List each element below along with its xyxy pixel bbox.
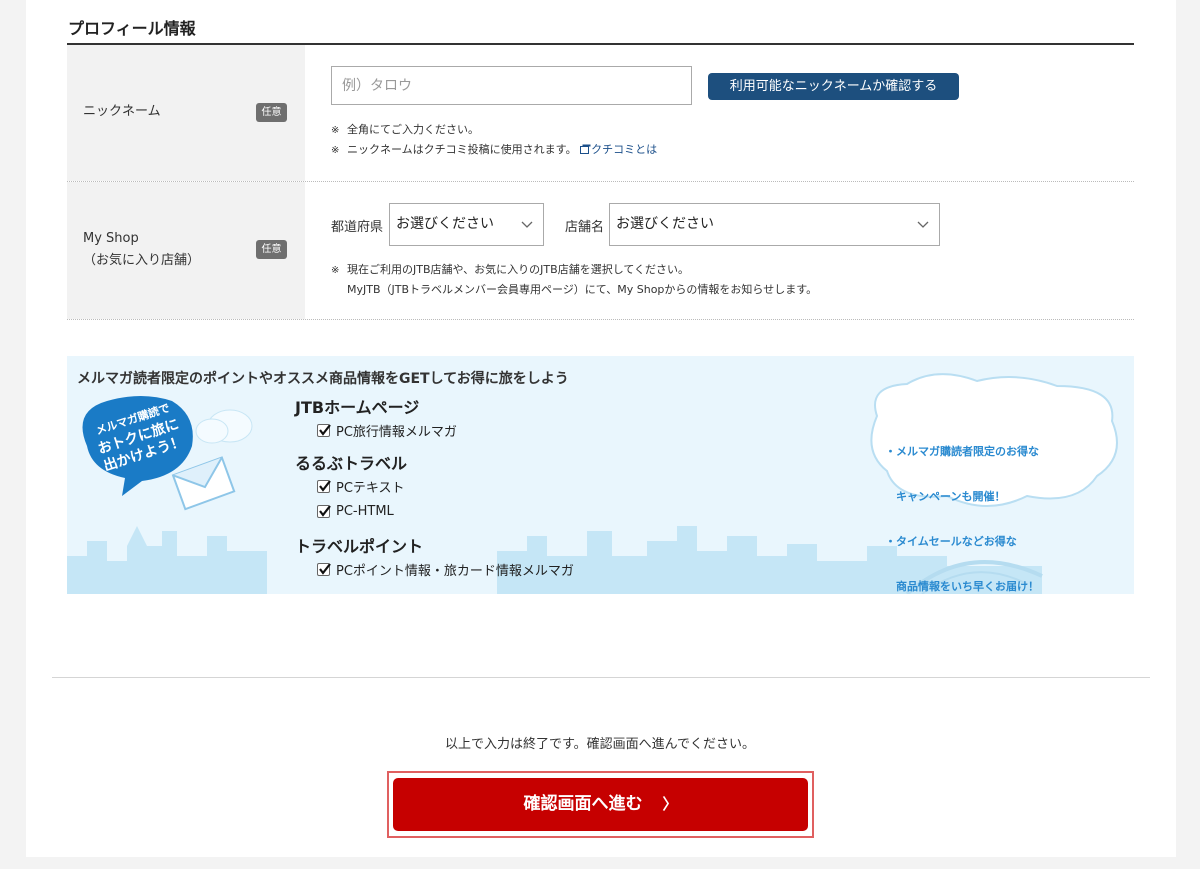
nickname-label-cell: ニックネーム 任意 (67, 45, 305, 181)
checkmark-icon (319, 424, 331, 436)
checkmark-icon (319, 480, 331, 492)
newsletter-banner: メルマガ読者限定のポイントやオススメ商品情報をGETしてお得に旅をしよう メルマ… (67, 356, 1134, 594)
store-label: 店舗名 (565, 220, 605, 235)
nickname-note-2: ※ ニックネームはクチコミ投稿に使用されます。 クチコミとは (331, 141, 657, 157)
store-select[interactable]: お選びください (609, 203, 940, 246)
check-nickname-button[interactable]: 利用可能なニックネームか確認する (708, 73, 959, 100)
group-jtb-homepage: JTBホームページ (295, 398, 420, 417)
kuchikomi-link-label: クチコミとは (591, 143, 658, 156)
checkbox[interactable] (317, 563, 331, 576)
checkbox-row[interactable]: PCテキスト (317, 477, 405, 496)
nickname-label: ニックネーム (83, 104, 161, 119)
kuchikomi-link[interactable]: クチコミとは (580, 143, 657, 156)
store-select-value: お選びください (616, 216, 714, 232)
section-title: プロフィール情報 (68, 19, 196, 38)
note-mark: ※ (331, 145, 340, 156)
chevron-right-icon: 〉 (662, 795, 678, 813)
checkbox-label: PCポイント情報・旅カード情報メルマガ (336, 564, 574, 579)
chevron-down-icon (521, 221, 533, 228)
proceed-to-confirm-button[interactable]: 確認画面へ進む 〉 (393, 778, 808, 831)
note-mark: ※ (331, 265, 340, 276)
row-separator (67, 319, 1134, 320)
prefecture-label: 都道府県 (331, 220, 384, 235)
checkbox-label: PC-HTML (336, 504, 394, 519)
note-text: 全角にてご入力ください。 (347, 123, 479, 136)
checkbox-row[interactable]: PC-HTML (317, 504, 394, 519)
cloud-line: ・タイムセールなどお得な (885, 535, 1017, 548)
checkbox[interactable] (317, 424, 331, 437)
prefecture-select[interactable]: お選びください (389, 203, 544, 246)
note-text: 現在ご利用のJTB店舗や、お気に入りのJTB店舗を選択してください。 (347, 263, 690, 276)
submit-label: 確認画面へ進む (523, 794, 643, 814)
footer-divider (52, 677, 1150, 678)
nickname-note-1: ※ 全角にてご入力ください。 (331, 121, 479, 137)
completion-message: 以上で入力は終了です。確認画面へ進んでください。 (444, 737, 756, 752)
checkmark-icon (319, 563, 331, 575)
optional-badge: 任意 (256, 103, 287, 122)
note-mark: ※ (331, 125, 340, 136)
prefecture-select-value: お選びください (396, 216, 494, 232)
checkbox-row[interactable]: PC旅行情報メルマガ (317, 421, 457, 440)
cloud-line: 商品情報をいち早くお届け！ (885, 580, 1039, 593)
optional-badge: 任意 (256, 240, 287, 259)
myshop-note-1: ※ 現在ご利用のJTB店舗や、お気に入りのJTB店舗を選択してください。 (331, 261, 689, 277)
checkmark-icon (319, 505, 331, 517)
note-text: ニックネームはクチコミ投稿に使用されます。 (347, 143, 577, 156)
myshop-note-2: MyJTB（JTBトラベルメンバー会員専用ページ）にて、My Shopからの情報… (347, 283, 818, 296)
newsletter-title: メルマガ読者限定のポイントやオススメ商品情報をGETしてお得に旅をしよう (77, 371, 569, 387)
checkbox-row[interactable]: PCポイント情報・旅カード情報メルマガ (317, 560, 574, 579)
chevron-down-icon (917, 221, 929, 228)
cloud-line: キャンペーンも開催！ (885, 490, 1006, 503)
checkbox[interactable] (317, 480, 331, 493)
checkbox[interactable] (317, 505, 331, 518)
checkbox-label: PC旅行情報メルマガ (336, 425, 457, 440)
checkbox-label: PCテキスト (336, 481, 405, 496)
group-travel-point: トラベルポイント (295, 537, 424, 556)
myshop-label-cell: My Shop （お気に入り店舗） 任意 (67, 182, 305, 319)
nickname-input[interactable] (331, 66, 692, 105)
myshop-label-line1: My Shop (83, 231, 139, 246)
cloud-line: ・メルマガ購読者限定のお得な (885, 445, 1039, 458)
group-rurubu-travel: るるぶトラベル (295, 454, 408, 473)
campaign-cloud-text: ・メルマガ購読者限定のお得な キャンペーンも開催！ ・タイムセールなどお得な 商… (885, 414, 1039, 594)
myshop-label-line2: （お気に入り店舗） (83, 253, 201, 268)
window-icon (580, 144, 591, 154)
